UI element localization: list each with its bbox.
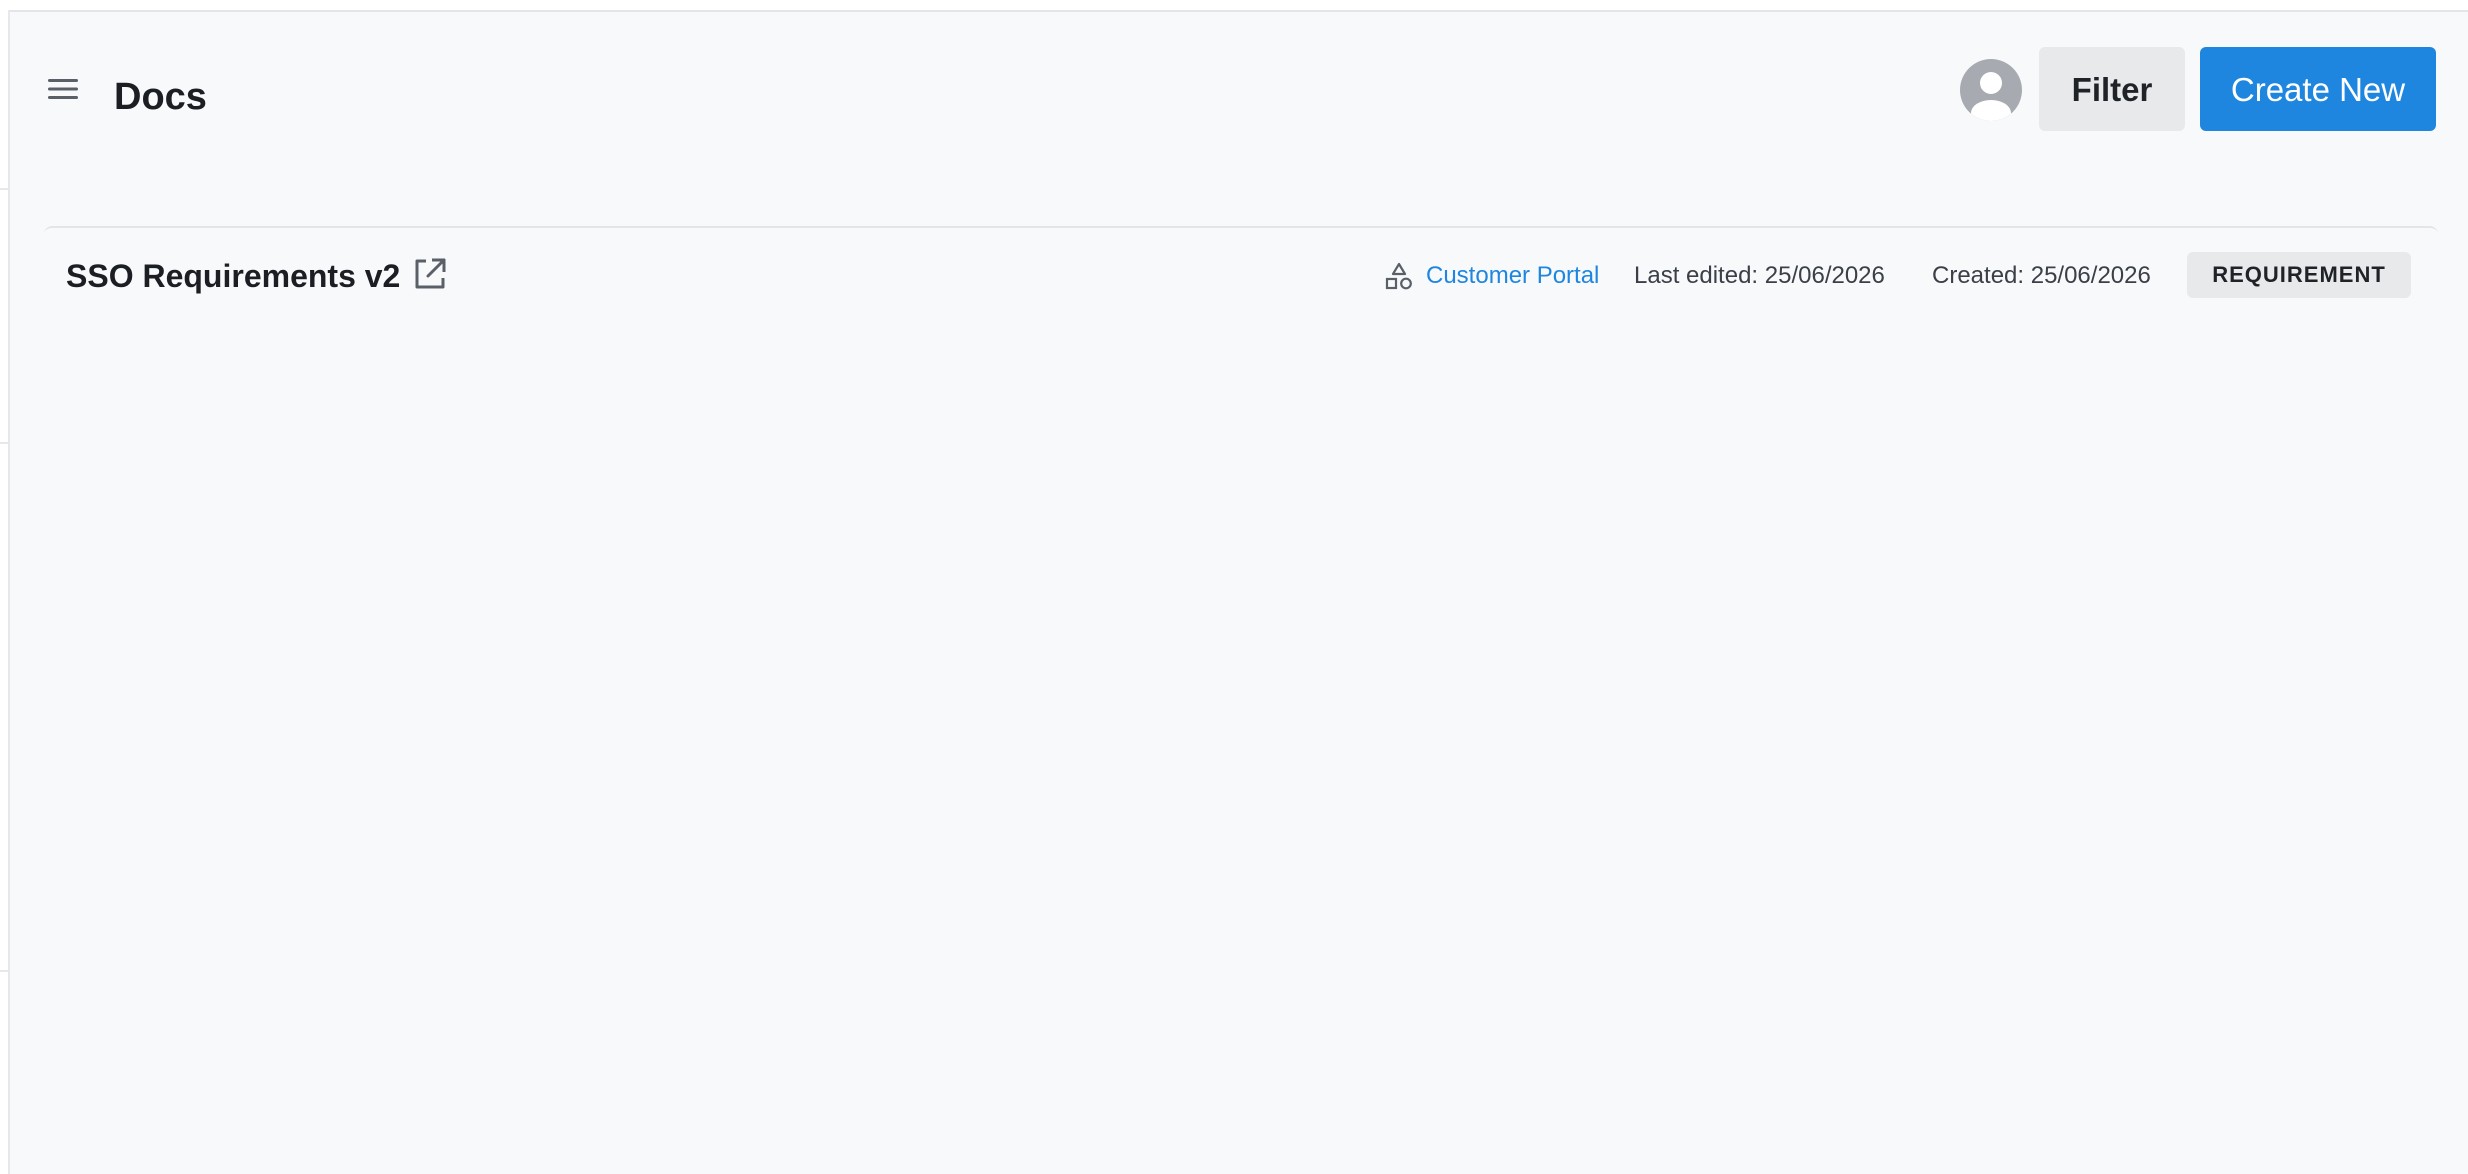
create-new-button[interactable]: Create New [2200,47,2436,131]
filter-button[interactable]: Filter [2039,47,2185,131]
doc-list: SSO Requirements v2 Customer Portal Last… [44,226,2438,318]
doc-type-badge: REQUIREMENT [2187,252,2411,298]
app-root: Docs Filter Create New SSO Requirements … [0,0,2468,1174]
doc-title[interactable]: SSO Requirements v2 [66,256,400,296]
external-link-icon[interactable] [412,256,448,292]
hamburger-menu-icon[interactable] [46,74,80,104]
rail-divider [0,442,8,444]
rail-divider [0,970,8,972]
main-content: Docs Filter Create New SSO Requirements … [10,10,2468,1174]
created-date: Created: 25/06/2026 [1932,262,2151,289]
rail-divider [0,188,8,190]
user-avatar-icon[interactable] [1960,59,2022,121]
left-rail [0,10,10,1174]
doc-row[interactable]: SSO Requirements v2 Customer Portal Last… [44,226,2438,318]
project-link[interactable]: Customer Portal [1426,256,1599,296]
shapes-icon [1384,262,1414,292]
page-title: Docs [114,76,207,118]
last-edited-date: Last edited: 25/06/2026 [1634,262,1885,289]
page-header: Docs Filter Create New [10,12,2468,172]
